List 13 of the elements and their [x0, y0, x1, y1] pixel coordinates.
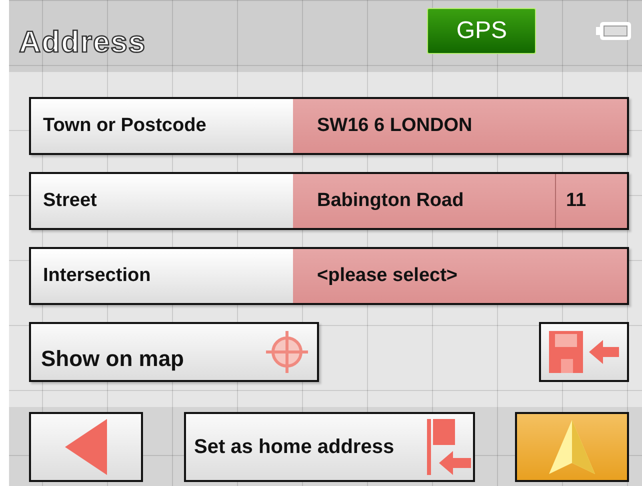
set-home-button[interactable]: Set as home address — [184, 412, 475, 482]
navigate-button[interactable] — [515, 412, 629, 482]
show-on-map-button[interactable]: Show on map — [29, 322, 319, 382]
screen-title: Address — [19, 26, 146, 60]
flag-arrow-icon — [427, 419, 471, 475]
back-button[interactable] — [29, 412, 143, 482]
floppy-arrow-icon — [549, 331, 619, 373]
save-button[interactable] — [539, 322, 629, 382]
gps-status-badge: GPS — [427, 8, 536, 54]
left-arrow-icon — [65, 419, 107, 475]
navigation-arrow-icon — [549, 420, 595, 474]
battery-icon — [596, 21, 632, 41]
crosshair-icon — [265, 330, 309, 374]
